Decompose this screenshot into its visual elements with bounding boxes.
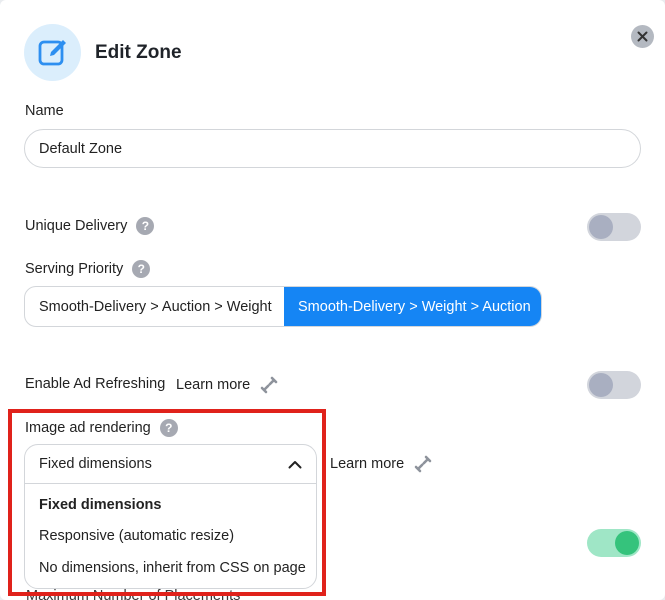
modal-title: Edit Zone bbox=[95, 41, 182, 63]
toggle-knob bbox=[615, 531, 639, 555]
serving-priority-option-weight-auction[interactable]: Smooth-Delivery > Weight > Auction bbox=[284, 287, 541, 326]
highlight-box bbox=[8, 409, 326, 596]
close-button[interactable] bbox=[631, 25, 654, 48]
unique-delivery-row: Unique Delivery? bbox=[25, 217, 155, 235]
serving-priority-option-auction-weight[interactable]: Smooth-Delivery > Auction > Weight bbox=[25, 287, 284, 326]
modal-header: Edit Zone bbox=[24, 24, 182, 81]
edit-icon bbox=[24, 24, 81, 81]
edit-zone-modal: Edit Zone Name Unique Delivery? Serving … bbox=[0, 0, 665, 600]
close-icon bbox=[637, 31, 648, 42]
ad-refreshing-toggle[interactable] bbox=[587, 371, 641, 399]
unique-delivery-label: Unique Delivery bbox=[25, 217, 128, 234]
ad-refreshing-label: Enable Ad Refreshing bbox=[25, 376, 166, 392]
serving-priority-row: Serving Priority? bbox=[25, 260, 151, 278]
name-input[interactable] bbox=[24, 129, 641, 168]
toggle-knob bbox=[589, 373, 613, 397]
external-link-icon bbox=[414, 455, 432, 473]
unique-delivery-help-icon[interactable]: ? bbox=[136, 217, 155, 235]
name-label: Name bbox=[25, 103, 64, 119]
serving-priority-selector: Smooth-Delivery > Auction > Weight Smoot… bbox=[24, 286, 542, 327]
external-link-icon bbox=[260, 376, 278, 394]
learn-more-text: Learn more bbox=[330, 456, 405, 472]
learn-more-text: Learn more bbox=[176, 377, 251, 393]
setting-toggle-on[interactable] bbox=[587, 529, 641, 557]
serving-priority-label: Serving Priority bbox=[25, 260, 124, 277]
toggle-knob bbox=[589, 215, 613, 239]
unique-delivery-toggle[interactable] bbox=[587, 213, 641, 241]
ad-refreshing-learn-more-link[interactable]: Learn more bbox=[176, 376, 278, 394]
image-ad-rendering-learn-more-link[interactable]: Learn more bbox=[330, 455, 432, 473]
serving-priority-help-icon[interactable]: ? bbox=[132, 260, 151, 278]
